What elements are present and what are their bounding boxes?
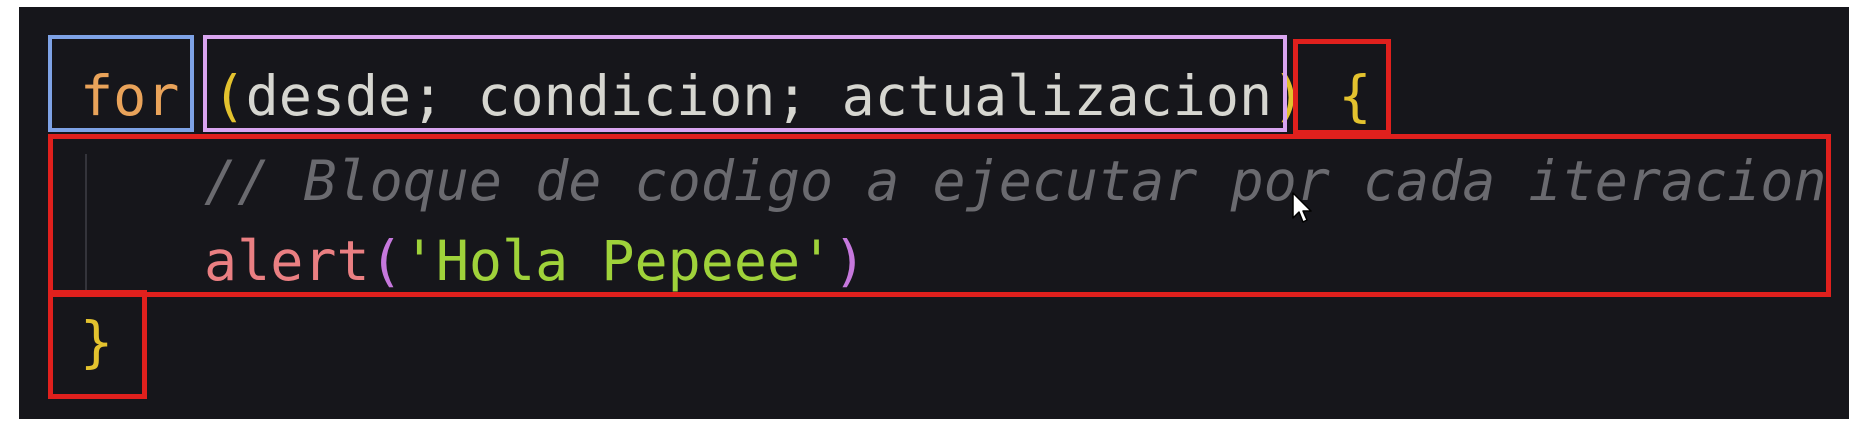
- close-paren: ): [1272, 64, 1306, 128]
- close-brace: }: [80, 310, 114, 374]
- open-brace: {: [1338, 64, 1372, 128]
- code-line-1: for (desde; condicion; actualizacion) {: [80, 61, 1372, 131]
- indent-guide: [85, 154, 87, 290]
- open-paren: (: [212, 64, 246, 128]
- code-editor: for (desde; condicion; actualizacion) { …: [19, 7, 1849, 419]
- for-keyword: for: [80, 64, 180, 128]
- open-paren: (: [369, 229, 403, 293]
- init-expression: desde: [245, 64, 412, 128]
- code-line-3: alert('Hola Pepeee'): [204, 226, 866, 296]
- update-expression: actualizacion: [841, 64, 1273, 128]
- close-paren: ): [833, 229, 867, 293]
- code-line-4: }: [80, 307, 113, 377]
- alert-function: alert: [204, 229, 370, 293]
- separator-1: ;: [411, 64, 478, 128]
- code-line-2-comment: // Bloque de codigo a ejecutar por cada …: [204, 149, 1827, 213]
- condition-expression: condicion: [477, 64, 776, 128]
- string-literal: 'Hola Pepeee': [402, 229, 834, 293]
- mouse-pointer-icon: [1292, 192, 1312, 223]
- separator-2: ;: [775, 64, 842, 128]
